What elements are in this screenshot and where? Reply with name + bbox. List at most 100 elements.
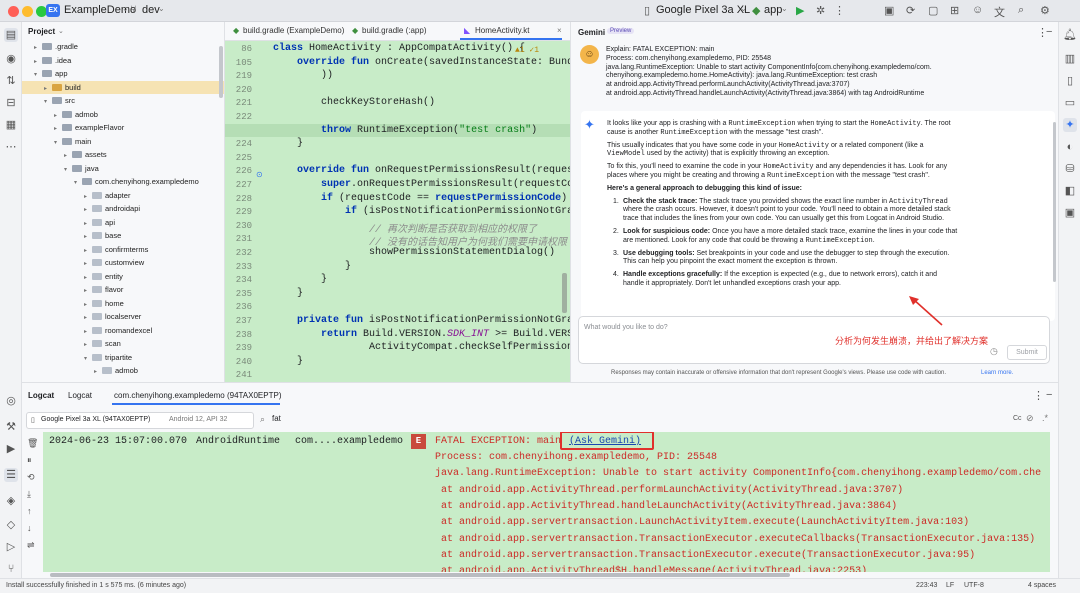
tab-logcat[interactable]: Logcat xyxy=(68,391,92,400)
more-actions-icon[interactable]: ⋮ xyxy=(834,4,845,17)
minimize-panel-icon[interactable]: − xyxy=(1046,389,1052,401)
pull-request-icon[interactable]: ⇅ xyxy=(4,74,18,88)
app-quality-icon[interactable]: ◈ xyxy=(4,494,18,508)
project-panel-title[interactable]: Project xyxy=(28,27,55,36)
running-devices-icon[interactable]: ▢ xyxy=(928,4,938,17)
tree-item[interactable]: ▸ adapter xyxy=(22,189,224,203)
tree-item[interactable]: ▸ build xyxy=(22,80,224,94)
device-selector[interactable]: Google Pixel 3a XL xyxy=(656,4,750,16)
logcat-filter-input[interactable]: fat xyxy=(272,414,281,423)
override-marker-icon[interactable]: ⊙ xyxy=(256,170,263,179)
chevron-right-icon[interactable]: ▸ xyxy=(94,366,102,380)
tree-item[interactable]: ▾ tripartite xyxy=(22,351,224,365)
tree-item[interactable]: ▾ app xyxy=(22,67,224,81)
logcat-horizontal-scrollbar[interactable] xyxy=(50,573,790,577)
translate-icon[interactable]: 文 xyxy=(994,4,1005,20)
more-options-icon[interactable]: ⋮ xyxy=(1033,389,1044,402)
tree-item[interactable]: ▸ .gradle xyxy=(22,40,224,54)
preview-icon[interactable]: ◧ xyxy=(1063,184,1077,198)
filter-options-icon[interactable]: ⊘ xyxy=(1026,413,1034,424)
run-config-selector[interactable]: app xyxy=(764,4,782,16)
tree-item[interactable]: ▸ entity xyxy=(22,270,224,284)
tree-item[interactable]: ▾ java xyxy=(22,162,224,176)
notifications-icon[interactable]: 🔔︎ xyxy=(1063,28,1077,42)
tree-item[interactable]: ▸ exampleFlavor xyxy=(22,121,224,135)
resource-manager-icon[interactable]: ▦ xyxy=(4,118,18,132)
inspection-summary[interactable]: ▲1 ✓1 xyxy=(515,45,539,55)
close-tab-icon[interactable]: × xyxy=(557,26,562,35)
tree-item[interactable]: ▸ customview xyxy=(22,256,224,270)
terminal-icon[interactable]: ▶ xyxy=(4,442,18,456)
tree-item[interactable]: ▸ scan xyxy=(22,337,224,351)
tree-item[interactable]: ▸ confirmterms xyxy=(22,243,224,257)
tree-item[interactable]: ▸ localserver xyxy=(22,310,224,324)
build-icon[interactable]: ⚒ xyxy=(4,420,18,434)
emulator-icon[interactable]: ▭ xyxy=(1063,96,1077,110)
tree-item[interactable]: ▾ main xyxy=(22,135,224,149)
tree-item[interactable]: ▸ api xyxy=(22,216,224,230)
profile-icon[interactable]: ☺ xyxy=(972,4,983,16)
layout-inspector-icon[interactable]: ⊞ xyxy=(950,4,959,17)
prompt-input[interactable]: What would you like to do? xyxy=(584,324,668,331)
file-encoding[interactable]: UTF-8 xyxy=(964,582,984,589)
structure-icon[interactable]: ⊟ xyxy=(4,96,18,110)
tree-item[interactable]: ▸ admob xyxy=(22,364,224,380)
search-icon[interactable]: ⌕ xyxy=(1018,4,1024,17)
restart-icon[interactable]: ⟲ xyxy=(27,472,35,483)
tab-logcat-session[interactable]: com.chenyihong.exampledemo (94TAX0EPTP) xyxy=(114,391,282,400)
project-scrollbar[interactable] xyxy=(219,46,223,98)
tree-item[interactable]: ▸ .idea xyxy=(22,54,224,68)
tree-item[interactable]: ▸ androidapi xyxy=(22,202,224,216)
tree-item[interactable]: ▸ flavor xyxy=(22,283,224,297)
gradle-icon[interactable]: ▥ xyxy=(1063,52,1077,66)
submit-button[interactable]: Submit xyxy=(1007,345,1047,360)
tab-build-gradle-project[interactable]: build.gradle (ExampleDemo) xyxy=(243,26,344,35)
device-explorer-icon[interactable]: ▯ xyxy=(1063,74,1077,88)
database-icon[interactable]: ⛁ xyxy=(1063,162,1077,176)
logcat-tool-icon[interactable]: ☰ xyxy=(4,468,18,482)
code-editor[interactable]: 8610521922022122222322422522622722822923… xyxy=(225,41,570,382)
up-icon[interactable]: ↑ xyxy=(27,506,32,516)
todo-icon[interactable]: ◇ xyxy=(4,518,18,532)
status-message[interactable]: Install successfully finished in 1 s 575… xyxy=(6,582,186,589)
settings-icon[interactable]: ⚙ xyxy=(1040,4,1050,17)
gemini-scrollbar[interactable] xyxy=(1053,122,1056,282)
run-tool-icon[interactable]: ▷ xyxy=(4,540,18,554)
scroll-to-end-icon[interactable]: ⤓ xyxy=(27,489,31,500)
device-dropdown[interactable]: ▯ Google Pixel 3a XL (94TAX0EPTP) Androi… xyxy=(26,412,254,429)
tree-item[interactable]: ▾ com.chenyihong.exampledemo xyxy=(22,175,224,189)
tab-home-activity[interactable]: HomeActivity.kt xyxy=(475,26,530,35)
device-manager-icon[interactable]: ▣ xyxy=(884,4,894,17)
device-mirror-icon[interactable]: ▣ xyxy=(1063,206,1077,220)
problems-icon[interactable]: ◎ xyxy=(4,394,18,408)
editor-scrollbar[interactable] xyxy=(562,273,567,313)
run-icon[interactable]: ▶ xyxy=(796,4,804,17)
commit-icon[interactable]: ◉ xyxy=(4,52,18,66)
sync-icon[interactable]: ⟳ xyxy=(906,4,915,17)
history-icon[interactable]: ◷ xyxy=(990,346,998,357)
soft-wrap-icon[interactable]: ⇌ xyxy=(27,540,35,551)
clear-logcat-icon[interactable]: 🗑︎ xyxy=(27,438,38,449)
tree-item[interactable]: ▸ assets xyxy=(22,148,224,162)
tree-item[interactable]: ▾ src xyxy=(22,94,224,108)
down-icon[interactable]: ↓ xyxy=(27,523,32,533)
pause-icon[interactable]: ⏸︎ xyxy=(27,455,32,466)
regex-icon[interactable]: .* xyxy=(1042,413,1048,423)
line-separator[interactable]: LF xyxy=(946,582,954,589)
minimize-panel-icon[interactable]: − xyxy=(1046,26,1052,38)
tree-item[interactable]: ▸ home xyxy=(22,297,224,311)
tab-build-gradle-app[interactable]: build.gradle (:app) xyxy=(362,26,426,35)
debug-icon[interactable]: ✲ xyxy=(816,4,825,17)
more-tools-icon[interactable]: ⋯ xyxy=(4,140,18,154)
gemini-tool-icon[interactable]: ✦ xyxy=(1063,118,1077,132)
logcat-output[interactable]: 2024-06-23 15:07:00.070 AndroidRuntime c… xyxy=(43,432,1050,572)
tree-item[interactable]: ▸ admob xyxy=(22,108,224,122)
project-tool-icon[interactable]: ▤ xyxy=(4,28,18,42)
assistant-icon[interactable]: ◐ xyxy=(1063,140,1077,154)
minimize-window-button[interactable] xyxy=(22,6,33,17)
version-control-icon[interactable]: ⑂ xyxy=(4,562,18,576)
learn-more-link[interactable]: Learn more. xyxy=(981,370,1013,376)
indent-setting[interactable]: 4 spaces xyxy=(1028,582,1056,589)
match-case-toggle[interactable]: Cc xyxy=(1013,415,1022,422)
tree-item[interactable]: ▸ roomandexcel xyxy=(22,324,224,338)
